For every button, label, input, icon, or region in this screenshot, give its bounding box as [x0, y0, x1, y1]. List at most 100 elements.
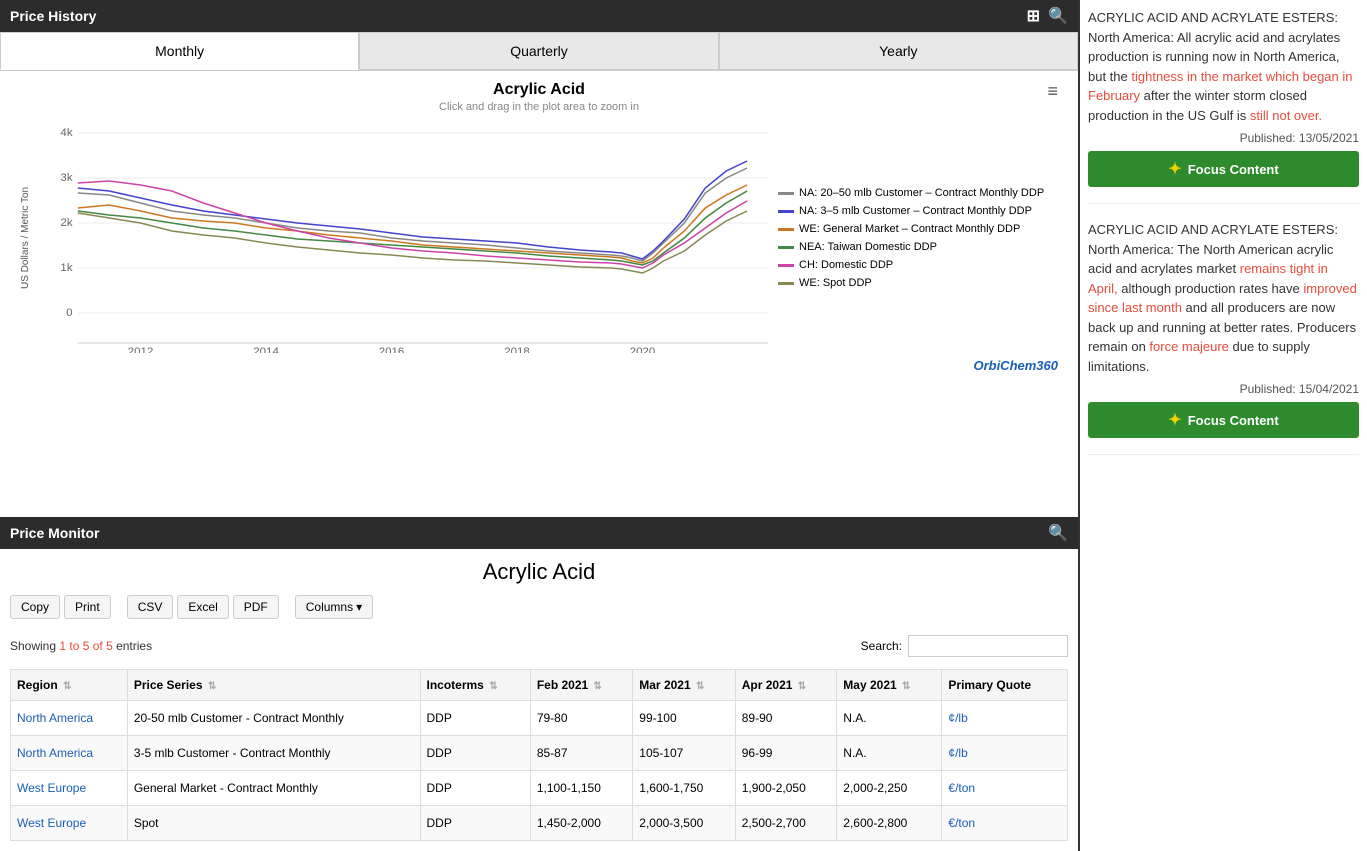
search-icon[interactable]: 🔍 [1048, 6, 1068, 26]
cell-apr: 1,900-2,050 [735, 771, 837, 806]
columns-chevron-icon: ▾ [356, 600, 362, 614]
primary-quote-link[interactable]: ¢/lb [948, 746, 967, 760]
cell-incoterms: DDP [420, 806, 530, 841]
region-link[interactable]: North America [17, 746, 93, 760]
tab-monthly[interactable]: Monthly [0, 32, 359, 70]
legend-item-nea: NEA: Taiwan Domestic DDP [778, 241, 1058, 253]
article-2-date: Published: 15/04/2021 [1088, 382, 1359, 396]
focus-content-label-1: Focus Content [1188, 162, 1279, 177]
primary-quote-link[interactable]: €/ton [948, 816, 975, 830]
toolbar: Copy Print CSV Excel PDF Columns ▾ [10, 595, 373, 619]
svg-text:1k: 1k [60, 262, 73, 274]
region-link[interactable]: North America [17, 711, 93, 725]
article-2-text: ACRYLIC ACID AND ACRYLATE ESTERS: North … [1088, 220, 1359, 376]
col-incoterms[interactable]: Incoterms ⇅ [420, 670, 530, 701]
cell-region[interactable]: West Europe [11, 771, 128, 806]
svg-text:2k: 2k [60, 217, 73, 229]
cell-price-series: 20-50 mlb Customer - Contract Monthly [127, 701, 420, 736]
legend-item-we-spot: WE: Spot DDP [778, 277, 1058, 289]
cell-feb: 79-80 [530, 701, 632, 736]
col-feb2021[interactable]: Feb 2021 ⇅ [530, 670, 632, 701]
chart-title: Acrylic Acid [20, 81, 1058, 99]
chart-container: US Dollars / Metric Ton 4k 3k 2k 1k [20, 123, 1058, 353]
price-history-header: Price History ⊞ 🔍 [0, 0, 1078, 32]
article-1-date: Published: 13/05/2021 [1088, 131, 1359, 145]
cell-region[interactable]: West Europe [11, 806, 128, 841]
cell-may: 2,600-2,800 [837, 806, 942, 841]
legend-label-we-spot: WE: Spot DDP [799, 277, 872, 289]
region-link[interactable]: West Europe [17, 816, 86, 830]
focus-content-button-2[interactable]: ✦ Focus Content [1088, 402, 1359, 438]
price-monitor-content: Acrylic Acid Copy Print CSV Excel PDF Co… [0, 549, 1078, 851]
columns-label: Columns [306, 600, 353, 614]
focus-content-button-1[interactable]: ✦ Focus Content [1088, 151, 1359, 187]
chart-menu-icon[interactable]: ≡ [1047, 81, 1058, 102]
col-apr2021[interactable]: Apr 2021 ⇅ [735, 670, 837, 701]
showing-info: Showing 1 to 5 of 5 entries [10, 639, 152, 653]
svg-text:2014: 2014 [253, 346, 279, 353]
svg-text:4k: 4k [60, 127, 73, 139]
cell-mar: 1,600-1,750 [633, 771, 735, 806]
region-link[interactable]: West Europe [17, 781, 86, 795]
chart-legend: NA: 20–50 mlb Customer – Contract Monthl… [778, 123, 1058, 353]
header-icons: ⊞ 🔍 [1027, 6, 1068, 26]
col-mar2021[interactable]: Mar 2021 ⇅ [633, 670, 735, 701]
primary-quote-link[interactable]: €/ton [948, 781, 975, 795]
svg-text:2018: 2018 [504, 346, 530, 353]
sort-icon-apr: ⇅ [798, 681, 806, 692]
cell-feb: 85-87 [530, 736, 632, 771]
y-axis-label: US Dollars / Metric Ton [20, 123, 31, 353]
cell-primary-quote[interactable]: ¢/lb [942, 701, 1068, 736]
focus-content-label-2: Focus Content [1188, 413, 1279, 428]
legend-label-na-20: NA: 20–50 mlb Customer – Contract Monthl… [799, 187, 1044, 199]
svg-text:3k: 3k [60, 172, 73, 184]
search-bar: Search: [861, 635, 1068, 657]
cell-mar: 99-100 [633, 701, 735, 736]
article-2: ACRYLIC ACID AND ACRYLATE ESTERS: North … [1088, 220, 1359, 455]
table-icon[interactable]: ⊞ [1027, 6, 1040, 26]
cell-price-series: 3-5 mlb Customer - Contract Monthly [127, 736, 420, 771]
legend-label-nea: NEA: Taiwan Domestic DDP [799, 241, 937, 253]
showing-highlight: 1 to 5 of 5 [59, 639, 112, 653]
legend-label-na-3: NA: 3–5 mlb Customer – Contract Monthly … [799, 205, 1032, 217]
cell-primary-quote[interactable]: ¢/lb [942, 736, 1068, 771]
legend-item-na-20: NA: 20–50 mlb Customer – Contract Monthl… [778, 187, 1058, 199]
cell-may: N.A. [837, 701, 942, 736]
search-input[interactable] [908, 635, 1068, 657]
legend-label-ch: CH: Domestic DDP [799, 259, 893, 271]
cell-region[interactable]: North America [11, 701, 128, 736]
copy-button[interactable]: Copy [10, 595, 60, 619]
cell-region[interactable]: North America [11, 736, 128, 771]
col-primary-quote[interactable]: Primary Quote [942, 670, 1068, 701]
legend-item-na-3: NA: 3–5 mlb Customer – Contract Monthly … [778, 205, 1058, 217]
table-row: North America 20-50 mlb Customer - Contra… [11, 701, 1068, 736]
sort-icon-feb: ⇅ [594, 681, 602, 692]
col-region[interactable]: Region ⇅ [11, 670, 128, 701]
pdf-button[interactable]: PDF [233, 595, 279, 619]
primary-quote-link[interactable]: ¢/lb [948, 711, 967, 725]
print-button[interactable]: Print [64, 595, 111, 619]
chart-subtitle: Click and drag in the plot area to zoom … [20, 101, 1058, 113]
right-panel: ACRYLIC ACID AND ACRYLATE ESTERS: North … [1080, 0, 1367, 851]
svg-text:2016: 2016 [379, 346, 405, 353]
chart-svg[interactable]: 4k 3k 2k 1k 0 2012 2014 2016 2018 2020 [36, 123, 768, 353]
cell-apr: 89-90 [735, 701, 837, 736]
col-may2021[interactable]: May 2021 ⇅ [837, 670, 942, 701]
chart-area: Acrylic Acid Click and drag in the plot … [0, 71, 1078, 517]
cell-price-series: General Market - Contract Monthly [127, 771, 420, 806]
tab-yearly[interactable]: Yearly [719, 32, 1078, 70]
data-table: Region ⇅ Price Series ⇅ Incoterms ⇅ Feb … [10, 669, 1068, 841]
csv-button[interactable]: CSV [127, 595, 174, 619]
tab-quarterly[interactable]: Quarterly [359, 32, 718, 70]
table-row: West EuropeSpotDDP1,450-2,0002,000-3,500… [11, 806, 1068, 841]
columns-button[interactable]: Columns ▾ [295, 595, 373, 619]
cell-mar: 105-107 [633, 736, 735, 771]
col-price-series[interactable]: Price Series ⇅ [127, 670, 420, 701]
cell-primary-quote[interactable]: €/ton [942, 806, 1068, 841]
excel-button[interactable]: Excel [177, 595, 228, 619]
cell-incoterms: DDP [420, 771, 530, 806]
cell-primary-quote[interactable]: €/ton [942, 771, 1068, 806]
cell-incoterms: DDP [420, 736, 530, 771]
price-monitor-search-icon[interactable]: 🔍 [1048, 523, 1068, 543]
star-icon-1: ✦ [1168, 159, 1181, 179]
